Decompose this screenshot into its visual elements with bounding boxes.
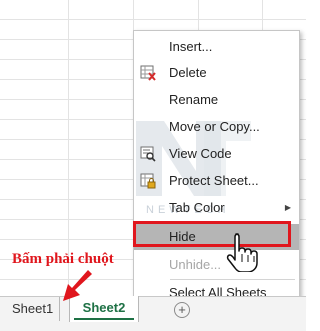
- right-click-annotation: Bấm phải chuột: [12, 251, 114, 267]
- add-sheet-icon: +: [178, 302, 186, 317]
- menu-item-label: Move or Copy...: [169, 119, 260, 134]
- menu-item-label: Delete: [169, 65, 207, 80]
- menu-item-delete[interactable]: Delete: [134, 60, 299, 86]
- sheet-tab-bar: Sheet1 Sheet2 +: [0, 296, 306, 331]
- hand-cursor-icon: [226, 233, 258, 272]
- menu-item-view-code[interactable]: View Code: [134, 141, 299, 167]
- menu-item-rename[interactable]: Rename: [134, 87, 299, 113]
- sheet-tab-label: Sheet1: [12, 301, 54, 316]
- menu-item-tab-color[interactable]: Tab Color ▶: [134, 195, 299, 221]
- sheet-context-menu: NEWTECH Insert... Delete Rename Move or …: [133, 30, 300, 308]
- grid-row-line: [0, 19, 306, 20]
- menu-item-label: Insert...: [169, 39, 213, 54]
- red-arrow-icon: [63, 270, 92, 301]
- menu-item-label: Unhide...: [169, 257, 222, 272]
- menu-item-hide[interactable]: Hide: [134, 224, 299, 250]
- menu-item-insert[interactable]: Insert...: [134, 34, 299, 60]
- protect-sheet-icon: [140, 173, 156, 189]
- menu-item-unhide: Unhide...: [134, 252, 299, 278]
- menu-item-label: Protect Sheet...: [169, 173, 259, 188]
- menu-item-move-or-copy[interactable]: Move or Copy...: [134, 114, 299, 140]
- view-code-icon: [140, 146, 156, 162]
- submenu-arrow-icon: ▶: [284, 203, 291, 212]
- menu-item-label: View Code: [169, 146, 232, 161]
- menu-item-protect-sheet[interactable]: Protect Sheet...: [134, 168, 299, 194]
- delete-sheet-icon: [140, 65, 156, 81]
- menu-item-label: Rename: [169, 92, 219, 107]
- sheet-tab-sheet1[interactable]: Sheet1: [4, 297, 60, 321]
- menu-item-label: Hide: [169, 229, 196, 244]
- add-sheet-button[interactable]: +: [174, 302, 190, 318]
- menu-item-label: Tab Color: [169, 200, 225, 215]
- active-tab-underline: [74, 318, 134, 320]
